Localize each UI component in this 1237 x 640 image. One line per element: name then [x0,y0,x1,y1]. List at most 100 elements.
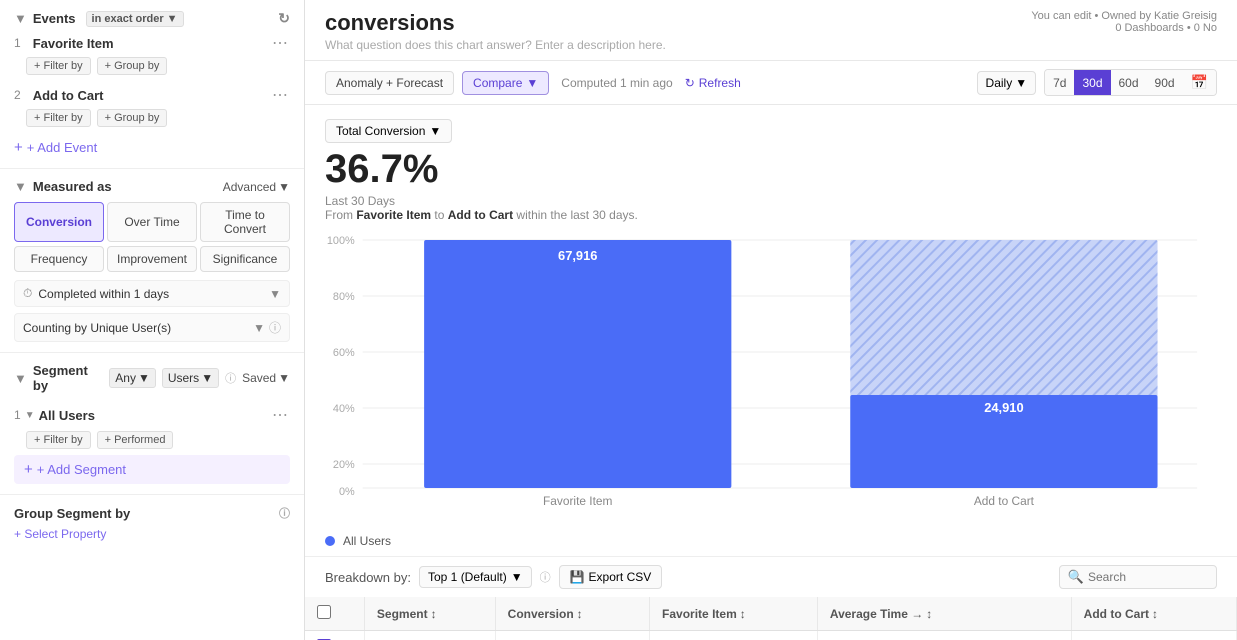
computed-text: Computed 1 min ago [561,76,672,90]
th-avg-time[interactable]: Average Time → ↕ [817,597,1071,631]
day-range-buttons: 7d 30d 60d 90d 📅 [1044,69,1217,96]
within-chevron-icon[interactable]: ▼ [269,287,281,301]
svg-text:67,916: 67,916 [558,248,597,263]
chevron-down-icon: ▼ [511,570,523,584]
sidebar: ▼ Events in exact order ▼ ↻ 1 Favorite I… [0,0,305,640]
counting-info-icon[interactable]: ⓘ [269,319,281,336]
events-section: ▼ Events in exact order ▼ ↻ 1 Favorite I… [0,0,304,169]
group-seg-info-icon[interactable]: ⓘ [279,505,290,521]
metric-section: Total Conversion ▼ 36.7% Last 30 Days Fr… [305,105,1237,230]
segment-1-menu[interactable]: ⋯ [270,405,290,425]
tab-improvement[interactable]: Improvement [107,246,197,272]
from-to-text: From Favorite Item to Add to Cart within… [325,208,1217,222]
funnel-chart: 100% 80% 60% 40% 20% 0% 67,916 [305,230,1237,530]
sort-icon: ↕ [926,607,932,621]
90d-button[interactable]: 90d [1147,70,1183,95]
plus-icon: + [24,461,33,478]
th-favorite-item[interactable]: Favorite Item ↕ [650,597,818,631]
breakdown-header: Breakdown by: Top 1 (Default) ▼ ⓘ 💾 Expo… [305,556,1237,597]
breakdown-select-dropdown[interactable]: Top 1 (Default) ▼ [419,566,532,588]
plus-icon: + [14,139,23,156]
anomaly-forecast-button[interactable]: Anomaly + Forecast [325,71,454,95]
group-segment-header: Group Segment by ⓘ [14,505,290,521]
select-property-button[interactable]: + Select Property [14,527,290,541]
add-segment-button[interactable]: + + Add Segment [14,455,290,484]
add-event-button[interactable]: + + Add Event [14,131,290,158]
event-2-filter-btn[interactable]: + Filter by [26,109,91,127]
seg-saved-dropdown[interactable]: Saved ▼ [242,371,290,385]
export-icon: 💾 [570,570,585,584]
compare-button[interactable]: Compare ▼ [462,71,549,95]
tab-over-time[interactable]: Over Time [107,202,197,242]
seg-info-icon[interactable]: ⓘ [225,370,236,386]
events-header: ▼ Events in exact order ▼ ↻ [14,10,290,27]
refresh-icon: ↻ [685,76,695,90]
measured-chevron[interactable]: ▼ [14,179,27,194]
seg-1-chevron[interactable]: ▼ [25,410,35,421]
daily-dropdown[interactable]: Daily ▼ [977,71,1037,95]
within-row: ⏱ Completed within 1 days ▼ [14,280,290,307]
measure-tab-group: Conversion Over Time Time to Convert [14,202,290,242]
seg-any-dropdown[interactable]: Any ▼ [109,368,156,388]
search-input[interactable] [1088,570,1208,584]
seg-users-dropdown[interactable]: Users ▼ [162,368,219,388]
th-add-to-cart[interactable]: Add to Cart ↕ [1071,597,1236,631]
row-checkbox-cell [305,631,364,640]
total-conversion-dropdown[interactable]: Total Conversion ▼ [325,119,452,143]
events-refresh-icon[interactable]: ↻ [278,10,290,27]
seg-chevron[interactable]: ▼ [14,371,27,386]
30d-button[interactable]: 30d [1074,70,1110,95]
tab-time-to-convert[interactable]: Time to Convert [200,202,290,242]
measured-header: ▼ Measured as Advanced ▼ [14,179,290,194]
calendar-icon[interactable]: 📅 [1183,70,1216,95]
counting-chevron-icon[interactable]: ▼ [253,321,265,335]
sort-icon: ↕ [431,607,437,621]
chevron-down-icon: ▼ [526,76,538,90]
breakdown-table: Segment ↕ Conversion ↕ F [305,597,1237,640]
clock-icon: ⏱ [23,286,32,301]
events-order-badge[interactable]: in exact order ▼ [86,11,184,27]
svg-text:Add to Cart: Add to Cart [974,494,1035,508]
chart-area: Total Conversion ▼ 36.7% Last 30 Days Fr… [305,105,1237,640]
7d-button[interactable]: 7d [1045,70,1074,95]
event-1-group-btn[interactable]: + Group by [97,57,168,75]
row-conversion: 36.7% [495,631,649,640]
tab-significance[interactable]: Significance [200,246,290,272]
event-1-filter-btn[interactable]: + Filter by [26,57,91,75]
chart-toolbar: Anomaly + Forecast Compare ▼ Computed 1 … [305,61,1237,105]
segment-1-row: 1 ▼ All Users ⋯ [14,401,290,429]
page-title: conversions [325,10,666,36]
chevron-down-icon: ▼ [278,371,290,385]
seg-performed-btn[interactable]: + Performed [97,431,174,449]
refresh-button[interactable]: ↻ Refresh [685,76,741,90]
chevron-down-icon: ▼ [1015,76,1027,90]
group-segment-section: Group Segment by ⓘ + Select Property [0,495,304,551]
breakdown-info-icon[interactable]: ⓘ [540,569,551,585]
event-2-menu[interactable]: ⋯ [270,85,290,105]
main-header: conversions What question does this char… [305,0,1237,61]
select-all-checkbox[interactable] [317,605,331,619]
svg-text:24,910: 24,910 [984,400,1023,415]
60d-button[interactable]: 60d [1111,70,1147,95]
event-1-menu[interactable]: ⋯ [270,33,290,53]
events-title: Events [33,11,76,26]
tab-frequency[interactable]: Frequency [14,246,104,272]
th-segment[interactable]: Segment ↕ [364,597,495,631]
event-2-row: 2 Add to Cart ⋯ [14,79,290,107]
tab-conversion[interactable]: Conversion [14,202,104,242]
events-chevron[interactable]: ▼ [14,11,27,26]
event-2-group-btn[interactable]: + Group by [97,109,168,127]
chevron-down-icon: ▼ [138,371,150,385]
sort-icon: ↕ [740,607,746,621]
advanced-button[interactable]: Advanced ▼ [223,180,290,194]
seg-filter-btn[interactable]: + Filter by [26,431,91,449]
big-metric-number: 36.7% [325,147,1217,192]
search-input-wrap[interactable]: 🔍 [1059,565,1217,589]
measured-as-section: ▼ Measured as Advanced ▼ Conversion Over… [0,169,304,353]
th-conversion[interactable]: Conversion ↕ [495,597,649,631]
table-header-row: Segment ↕ Conversion ↕ F [305,597,1237,631]
svg-text:0%: 0% [339,486,355,498]
chevron-down-icon: ▼ [201,371,213,385]
chevron-down-icon: ▼ [429,124,441,138]
export-csv-button[interactable]: 💾 Export CSV [559,565,663,589]
